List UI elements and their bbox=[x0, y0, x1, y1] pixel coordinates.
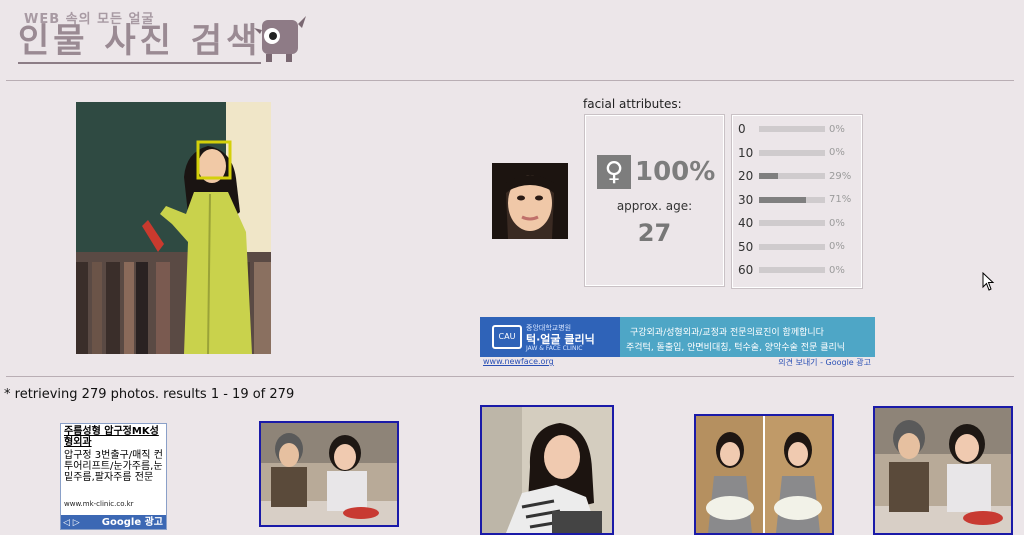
age-bucket-bar bbox=[759, 196, 825, 203]
results-summary: * retrieving 279 photos. results 1 - 19 … bbox=[4, 387, 295, 402]
gender-percent: 100% bbox=[635, 157, 716, 187]
banner-brand-en: JAW & FACE CLINIC bbox=[526, 345, 583, 352]
age-bucket-row: 0 0% bbox=[738, 121, 845, 137]
age-bucket-bar bbox=[759, 173, 825, 179]
age-bucket-label: 50 bbox=[738, 239, 754, 254]
query-photo bbox=[76, 102, 271, 354]
facial-attributes-label: facial attributes: bbox=[583, 97, 682, 111]
banner-brand-block: CAU 중앙대학교병원 턱·얼굴 클리닉 JAW & FACE CLINIC bbox=[480, 317, 620, 357]
age-bucket-label: 0 bbox=[738, 122, 746, 136]
text-ad-description: 압구정 3번출구/매직 컨투어리프트/눈가주름,눈밑주름,팔자주름 전문 bbox=[64, 450, 163, 483]
age-bucket-percent: 0% bbox=[829, 264, 845, 276]
text-ad-title[interactable]: 주름성형 압구정MK성형외과 bbox=[64, 426, 164, 448]
result-thumbnail[interactable] bbox=[694, 414, 834, 535]
age-bucket-percent: 0% bbox=[829, 217, 845, 229]
age-bucket-percent: 0% bbox=[829, 123, 845, 135]
age-bucket-bar bbox=[759, 220, 825, 226]
age-distribution-panel: 0 0% 10 0% 20 29% 30 71% 40 0% 50 0% 60 0% bbox=[731, 114, 863, 289]
gender-row: ♀ 100% bbox=[597, 155, 715, 189]
banner-url-link[interactable]: www.newface.org bbox=[483, 357, 554, 366]
mouse-cursor-icon bbox=[982, 271, 996, 292]
age-bucket-row: 40 0% bbox=[738, 215, 845, 231]
banner-text-line1: 구강외과/성형외과/교정과 전문의료진이 함께합니다 bbox=[630, 328, 824, 338]
age-bucket-label: 60 bbox=[738, 263, 754, 277]
age-bucket-label: 20 bbox=[738, 169, 754, 183]
age-bucket-percent: 0% bbox=[829, 241, 845, 252]
age-bucket-percent: 0% bbox=[829, 147, 845, 158]
result-thumbnail[interactable] bbox=[873, 406, 1013, 535]
text-ad-bar: ◁ ▷ Google 광고 bbox=[61, 515, 166, 529]
logo-title[interactable]: 인물 사진 검색 bbox=[18, 22, 262, 64]
approx-age-value: 27 bbox=[637, 219, 672, 247]
female-icon: ♀ bbox=[597, 155, 631, 189]
banner-text-line2: 주걱턱, 돌출입, 안면비대칭, 턱수술, 양악수술 전문 클리닉 bbox=[626, 343, 846, 353]
banner-footer: www.newface.org 의견 보내기 - Google 광고 bbox=[480, 357, 875, 367]
google-feedback-link[interactable]: 의견 보내기 - Google 광고 bbox=[778, 357, 871, 367]
age-bucket-row: 10 0% bbox=[738, 145, 845, 161]
age-bucket-bar bbox=[759, 126, 825, 132]
banner-ad[interactable]: CAU 중앙대학교병원 턱·얼굴 클리닉 JAW & FACE CLINIC 구… bbox=[480, 317, 875, 367]
gender-age-panel: ♀ 100% approx. age: 27 bbox=[584, 114, 725, 287]
result-thumbnail[interactable] bbox=[480, 405, 614, 535]
age-bucket-percent: 29% bbox=[829, 170, 852, 182]
age-bucket-row: 60 0% bbox=[738, 262, 845, 278]
detected-face-thumbnail bbox=[492, 163, 568, 239]
age-bucket-bar bbox=[759, 149, 825, 156]
header-divider bbox=[6, 80, 1014, 81]
age-bucket-percent: 71% bbox=[829, 194, 852, 205]
text-ad[interactable]: 주름성형 압구정MK성형외과 압구정 3번출구/매직 컨투어리프트/눈가주름,눈… bbox=[60, 423, 167, 530]
google-ads-label[interactable]: Google 광고 bbox=[102, 513, 163, 528]
age-bucket-bar bbox=[759, 243, 825, 250]
text-ad-url[interactable]: www.mk-clinic.co.kr bbox=[64, 500, 134, 508]
age-bucket-label: 10 bbox=[738, 145, 754, 160]
age-bucket-row: 20 29% bbox=[738, 168, 851, 184]
cau-badge-icon: CAU bbox=[492, 325, 522, 349]
age-bucket-row: 30 71% bbox=[738, 192, 851, 208]
age-bucket-bar bbox=[759, 267, 825, 273]
age-bucket-fill bbox=[759, 196, 806, 203]
mascot-logo-icon bbox=[252, 14, 308, 64]
age-bucket-row: 50 0% bbox=[738, 239, 845, 255]
result-thumbnail[interactable] bbox=[259, 421, 399, 527]
approx-age-label: approx. age: bbox=[616, 199, 693, 213]
age-bucket-label: 40 bbox=[738, 216, 754, 230]
results-divider bbox=[6, 376, 1014, 377]
age-bucket-label: 30 bbox=[738, 192, 754, 207]
age-bucket-fill bbox=[759, 173, 779, 179]
ad-nav-arrows-icon[interactable]: ◁ ▷ bbox=[63, 518, 80, 528]
